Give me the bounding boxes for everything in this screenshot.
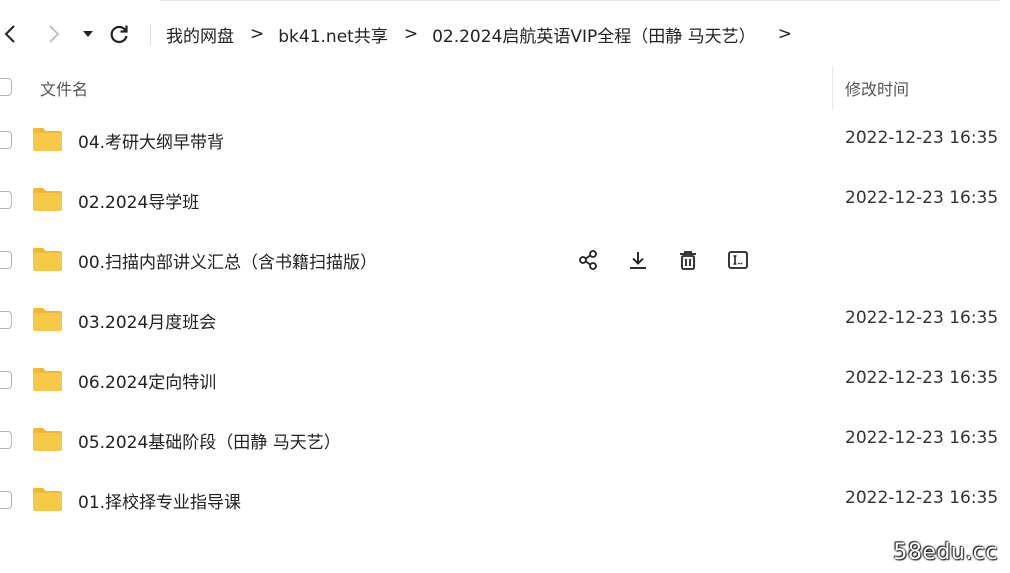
rename-icon bbox=[728, 251, 748, 269]
modified-time: 2022-12-23 16:35 bbox=[845, 488, 999, 508]
breadcrumb-separator: > bbox=[250, 24, 265, 44]
modified-time: 2022-12-23 16:35 bbox=[845, 128, 999, 148]
folder-icon bbox=[33, 488, 62, 511]
folder-icon bbox=[33, 428, 62, 451]
rename-button[interactable] bbox=[724, 246, 752, 274]
back-button[interactable] bbox=[0, 22, 20, 46]
delete-icon bbox=[680, 251, 696, 270]
navigation-toolbar: 我的网盘 > bk41.net共享 > 02.2024启航英语VIP全程（田静 … bbox=[0, 12, 1010, 56]
folder-icon bbox=[33, 128, 62, 151]
breadcrumb-item-current[interactable]: 02.2024启航英语VIP全程（田静 马天艺） bbox=[432, 22, 756, 47]
row-checkbox[interactable] bbox=[0, 191, 12, 209]
file-list-header: 文件名 修改时间 bbox=[0, 62, 1010, 110]
file-name[interactable]: 05.2024基础阶段（田静 马天艺） bbox=[78, 428, 341, 453]
breadcrumb-item-root[interactable]: 我的网盘 bbox=[166, 22, 234, 47]
row-checkbox[interactable] bbox=[0, 431, 12, 449]
download-button[interactable] bbox=[624, 246, 652, 274]
file-name[interactable]: 00.扫描内部讲义汇总（含书籍扫描版） bbox=[78, 248, 377, 273]
chevron-left-icon bbox=[4, 25, 15, 43]
file-row[interactable]: 03.2024月度班会 2022-12-23 16:35 bbox=[0, 290, 1010, 350]
download-icon bbox=[630, 252, 646, 269]
refresh-button[interactable] bbox=[106, 22, 132, 46]
file-row[interactable]: 01.择校择专业指导课 2022-12-23 16:35 bbox=[0, 470, 1010, 530]
top-border bbox=[160, 0, 1000, 1]
folder-icon bbox=[33, 368, 62, 391]
toolbar-divider bbox=[150, 24, 151, 46]
share-icon bbox=[579, 250, 597, 270]
history-dropdown-button[interactable] bbox=[80, 22, 96, 46]
folder-icon bbox=[33, 308, 62, 331]
file-row[interactable]: 06.2024定向特训 2022-12-23 16:35 bbox=[0, 350, 1010, 410]
row-checkbox[interactable] bbox=[0, 311, 12, 329]
caret-down-icon bbox=[83, 31, 93, 37]
folder-icon bbox=[33, 248, 62, 271]
row-checkbox[interactable] bbox=[0, 371, 12, 389]
column-divider[interactable] bbox=[832, 66, 833, 110]
modified-time: 2022-12-23 16:35 bbox=[845, 308, 999, 328]
delete-button[interactable] bbox=[674, 246, 702, 274]
file-name[interactable]: 02.2024导学班 bbox=[78, 188, 199, 213]
file-name[interactable]: 04.考研大纲早带背 bbox=[78, 128, 224, 153]
row-checkbox[interactable] bbox=[0, 491, 12, 509]
file-name[interactable]: 01.择校择专业指导课 bbox=[78, 488, 241, 513]
breadcrumb: 我的网盘 > bk41.net共享 > 02.2024启航英语VIP全程（田静 … bbox=[166, 22, 806, 47]
file-row-hovered[interactable]: 00.扫描内部讲义汇总（含书籍扫描版） bbox=[0, 230, 1010, 290]
refresh-icon bbox=[110, 25, 128, 44]
modified-time: 2022-12-23 16:35 bbox=[845, 368, 999, 388]
modified-time: 2022-12-23 16:35 bbox=[845, 428, 999, 448]
file-name[interactable]: 06.2024定向特训 bbox=[78, 368, 216, 393]
watermark-text: 58edu.cc bbox=[893, 540, 998, 565]
breadcrumb-expand-button[interactable]: > bbox=[778, 24, 792, 44]
modified-time: 2022-12-23 16:35 bbox=[845, 188, 999, 208]
file-row[interactable]: 04.考研大纲早带背 2022-12-23 16:35 bbox=[0, 110, 1010, 170]
select-all-checkbox[interactable] bbox=[0, 78, 12, 96]
share-button[interactable] bbox=[574, 246, 602, 274]
forward-button[interactable] bbox=[44, 22, 64, 46]
file-list: 04.考研大纲早带背 2022-12-23 16:35 02.2024导学班 2… bbox=[0, 110, 1010, 530]
row-checkbox[interactable] bbox=[0, 131, 12, 149]
column-header-name[interactable]: 文件名 bbox=[40, 76, 88, 100]
file-row[interactable]: 02.2024导学班 2022-12-23 16:35 bbox=[0, 170, 1010, 230]
file-name[interactable]: 03.2024月度班会 bbox=[78, 308, 216, 333]
folder-icon bbox=[33, 188, 62, 211]
breadcrumb-separator: > bbox=[403, 24, 419, 44]
row-checkbox[interactable] bbox=[0, 251, 12, 269]
row-actions bbox=[574, 246, 774, 274]
chevron-right-icon bbox=[49, 25, 60, 43]
column-header-modified[interactable]: 修改时间 bbox=[845, 76, 909, 100]
file-row[interactable]: 05.2024基础阶段（田静 马天艺） 2022-12-23 16:35 bbox=[0, 410, 1010, 470]
breadcrumb-item-share[interactable]: bk41.net共享 bbox=[278, 22, 388, 47]
